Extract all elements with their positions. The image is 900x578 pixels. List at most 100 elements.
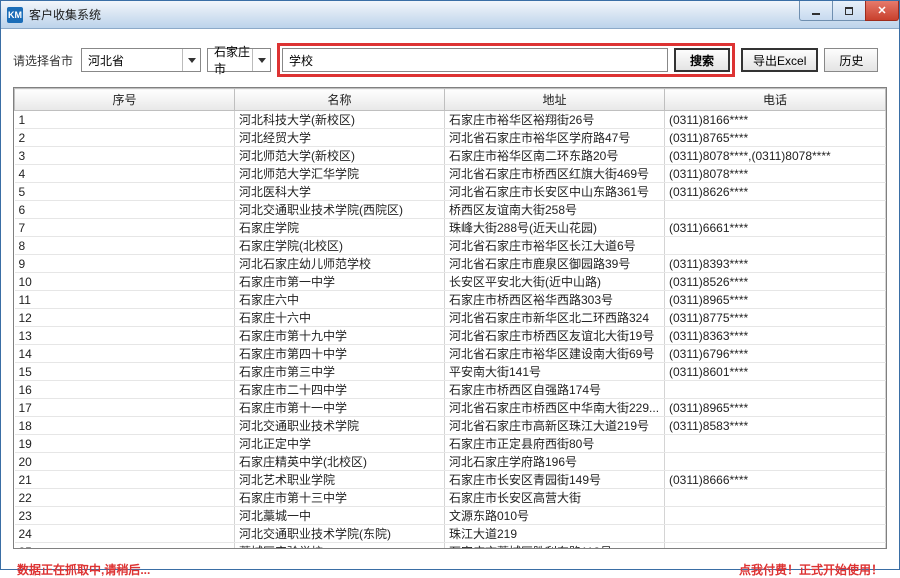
cell-num: 10	[15, 273, 235, 291]
cell-num: 5	[15, 183, 235, 201]
cell-num: 8	[15, 237, 235, 255]
table-row[interactable]: 15石家庄市第三中学平安南大街141号(0311)8601****	[15, 363, 886, 381]
cell-name: 石家庄学院	[235, 219, 445, 237]
cell-tel	[665, 525, 886, 543]
cell-addr: 河北省石家庄市桥西区红旗大街469号	[445, 165, 665, 183]
cell-name: 石家庄精英中学(北校区)	[235, 453, 445, 471]
close-button[interactable]: ✕	[865, 1, 899, 21]
cell-addr: 河北省石家庄市桥西区友谊北大街19号	[445, 327, 665, 345]
cell-tel: (0311)6796****	[665, 345, 886, 363]
toolbar: 请选择省市 河北省 石家庄市 学校 搜索 导出Excel 历史	[1, 29, 899, 87]
cell-name: 石家庄市第十三中学	[235, 489, 445, 507]
minimize-button[interactable]	[799, 1, 833, 21]
table-row[interactable]: 11石家庄六中石家庄市桥西区裕华西路303号(0311)8965****	[15, 291, 886, 309]
cell-name: 石家庄市第三中学	[235, 363, 445, 381]
table-row[interactable]: 14石家庄市第四十中学河北省石家庄市裕华区建设南大街69号(0311)6796*…	[15, 345, 886, 363]
cell-addr: 石家庄市桥西区自强路174号	[445, 381, 665, 399]
cell-tel: (0311)8666****	[665, 471, 886, 489]
cell-num: 15	[15, 363, 235, 381]
table-row[interactable]: 4河北师范大学汇华学院河北省石家庄市桥西区红旗大街469号(0311)8078*…	[15, 165, 886, 183]
cell-addr: 石家庄市桥西区裕华西路303号	[445, 291, 665, 309]
cell-addr: 长安区平安北大街(近中山路)	[445, 273, 665, 291]
table-row[interactable]: 12石家庄十六中河北省石家庄市新华区北二环西路324(0311)8775****	[15, 309, 886, 327]
cell-addr: 石家庄市裕华区裕翔街26号	[445, 111, 665, 129]
table-row[interactable]: 3河北师范大学(新校区)石家庄市裕华区南二环东路20号(0311)8078***…	[15, 147, 886, 165]
cell-num: 16	[15, 381, 235, 399]
table-row[interactable]: 7石家庄学院珠峰大街288号(近天山花园)(0311)6661****	[15, 219, 886, 237]
search-input-value: 学校	[289, 52, 313, 69]
cell-name: 河北藁城一中	[235, 507, 445, 525]
cell-name: 河北交通职业技术学院(东院)	[235, 525, 445, 543]
history-button[interactable]: 历史	[824, 48, 878, 72]
table-row[interactable]: 5河北医科大学河北省石家庄市长安区中山东路361号(0311)8626****	[15, 183, 886, 201]
footer: 数据正在抓取中,请稍后... 点我付费！正式开始使用！	[1, 549, 899, 578]
cell-num: 17	[15, 399, 235, 417]
header-name[interactable]: 名称	[235, 89, 445, 111]
cell-num: 3	[15, 147, 235, 165]
table-row[interactable]: 16石家庄市二十四中学石家庄市桥西区自强路174号	[15, 381, 886, 399]
cell-addr: 桥西区友谊南大街258号	[445, 201, 665, 219]
table-row[interactable]: 1河北科技大学(新校区)石家庄市裕华区裕翔街26号(0311)8166****	[15, 111, 886, 129]
cell-tel	[665, 381, 886, 399]
window-controls: ✕	[800, 1, 899, 21]
table-row[interactable]: 6河北交通职业技术学院(西院区)桥西区友谊南大街258号	[15, 201, 886, 219]
table-row[interactable]: 10石家庄市第一中学长安区平安北大街(近中山路)(0311)8526****	[15, 273, 886, 291]
titlebar: KM 客户收集系统 ✕	[1, 1, 899, 29]
table-row[interactable]: 8石家庄学院(北校区)河北省石家庄市裕华区长江大道6号	[15, 237, 886, 255]
cell-addr: 河北石家庄学府路196号	[445, 453, 665, 471]
table-row[interactable]: 21河北艺术职业学院石家庄市长安区青园街149号(0311)8666****	[15, 471, 886, 489]
cell-num: 14	[15, 345, 235, 363]
cell-name: 河北师范大学汇华学院	[235, 165, 445, 183]
cell-name: 石家庄市第十一中学	[235, 399, 445, 417]
cell-num: 23	[15, 507, 235, 525]
cell-num: 9	[15, 255, 235, 273]
header-addr[interactable]: 地址	[445, 89, 665, 111]
search-button[interactable]: 搜索	[674, 48, 730, 72]
cell-num: 19	[15, 435, 235, 453]
table-row[interactable]: 24河北交通职业技术学院(东院)珠江大道219	[15, 525, 886, 543]
header-tel[interactable]: 电话	[665, 89, 886, 111]
cell-tel: (0311)8166****	[665, 111, 886, 129]
table-row[interactable]: 22石家庄市第十三中学石家庄市长安区高营大街	[15, 489, 886, 507]
cell-num: 18	[15, 417, 235, 435]
chevron-down-icon	[182, 49, 200, 71]
cell-num: 12	[15, 309, 235, 327]
cell-name: 河北石家庄幼儿师范学校	[235, 255, 445, 273]
cell-addr: 河北省石家庄市裕华区学府路47号	[445, 129, 665, 147]
cell-addr: 平安南大街141号	[445, 363, 665, 381]
search-input[interactable]: 学校	[282, 48, 668, 72]
table-row[interactable]: 18河北交通职业技术学院河北省石家庄市高新区珠江大道219号(0311)8583…	[15, 417, 886, 435]
header-num[interactable]: 序号	[15, 89, 235, 111]
table-row[interactable]: 19河北正定中学石家庄市正定县府西街80号	[15, 435, 886, 453]
cell-addr: 石家庄市长安区青园街149号	[445, 471, 665, 489]
cell-name: 河北经贸大学	[235, 129, 445, 147]
cell-addr: 珠峰大街288号(近天山花园)	[445, 219, 665, 237]
cell-addr: 河北省石家庄市长安区中山东路361号	[445, 183, 665, 201]
table-row[interactable]: 2河北经贸大学河北省石家庄市裕华区学府路47号(0311)8765****	[15, 129, 886, 147]
window-title: 客户收集系统	[29, 6, 101, 23]
city-select[interactable]: 石家庄市	[207, 48, 271, 72]
province-select[interactable]: 河北省	[81, 48, 201, 72]
table-row[interactable]: 13石家庄市第十九中学河北省石家庄市桥西区友谊北大街19号(0311)8363*…	[15, 327, 886, 345]
table-row[interactable]: 23河北藁城一中文源东路010号	[15, 507, 886, 525]
table-row[interactable]: 20石家庄精英中学(北校区)河北石家庄学府路196号	[15, 453, 886, 471]
chevron-down-icon	[252, 49, 270, 71]
table-row[interactable]: 17石家庄市第十一中学河北省石家庄市桥西区中华南大街229...(0311)89…	[15, 399, 886, 417]
cell-name: 石家庄市第四十中学	[235, 345, 445, 363]
maximize-button[interactable]	[832, 1, 866, 21]
cell-tel	[665, 237, 886, 255]
cell-tel: (0311)8965****	[665, 291, 886, 309]
cell-tel: (0311)8765****	[665, 129, 886, 147]
cell-name: 河北交通职业技术学院	[235, 417, 445, 435]
cell-num: 7	[15, 219, 235, 237]
cell-addr: 河北省石家庄市裕华区长江大道6号	[445, 237, 665, 255]
cell-name: 石家庄学院(北校区)	[235, 237, 445, 255]
table-row[interactable]: 9河北石家庄幼儿师范学校河北省石家庄市鹿泉区御园路39号(0311)8393**…	[15, 255, 886, 273]
cell-name: 石家庄十六中	[235, 309, 445, 327]
cell-name: 石家庄六中	[235, 291, 445, 309]
cell-name: 石家庄市第十九中学	[235, 327, 445, 345]
cell-num: 6	[15, 201, 235, 219]
cell-name: 石家庄市二十四中学	[235, 381, 445, 399]
export-excel-button[interactable]: 导出Excel	[741, 48, 818, 72]
cell-tel	[665, 435, 886, 453]
